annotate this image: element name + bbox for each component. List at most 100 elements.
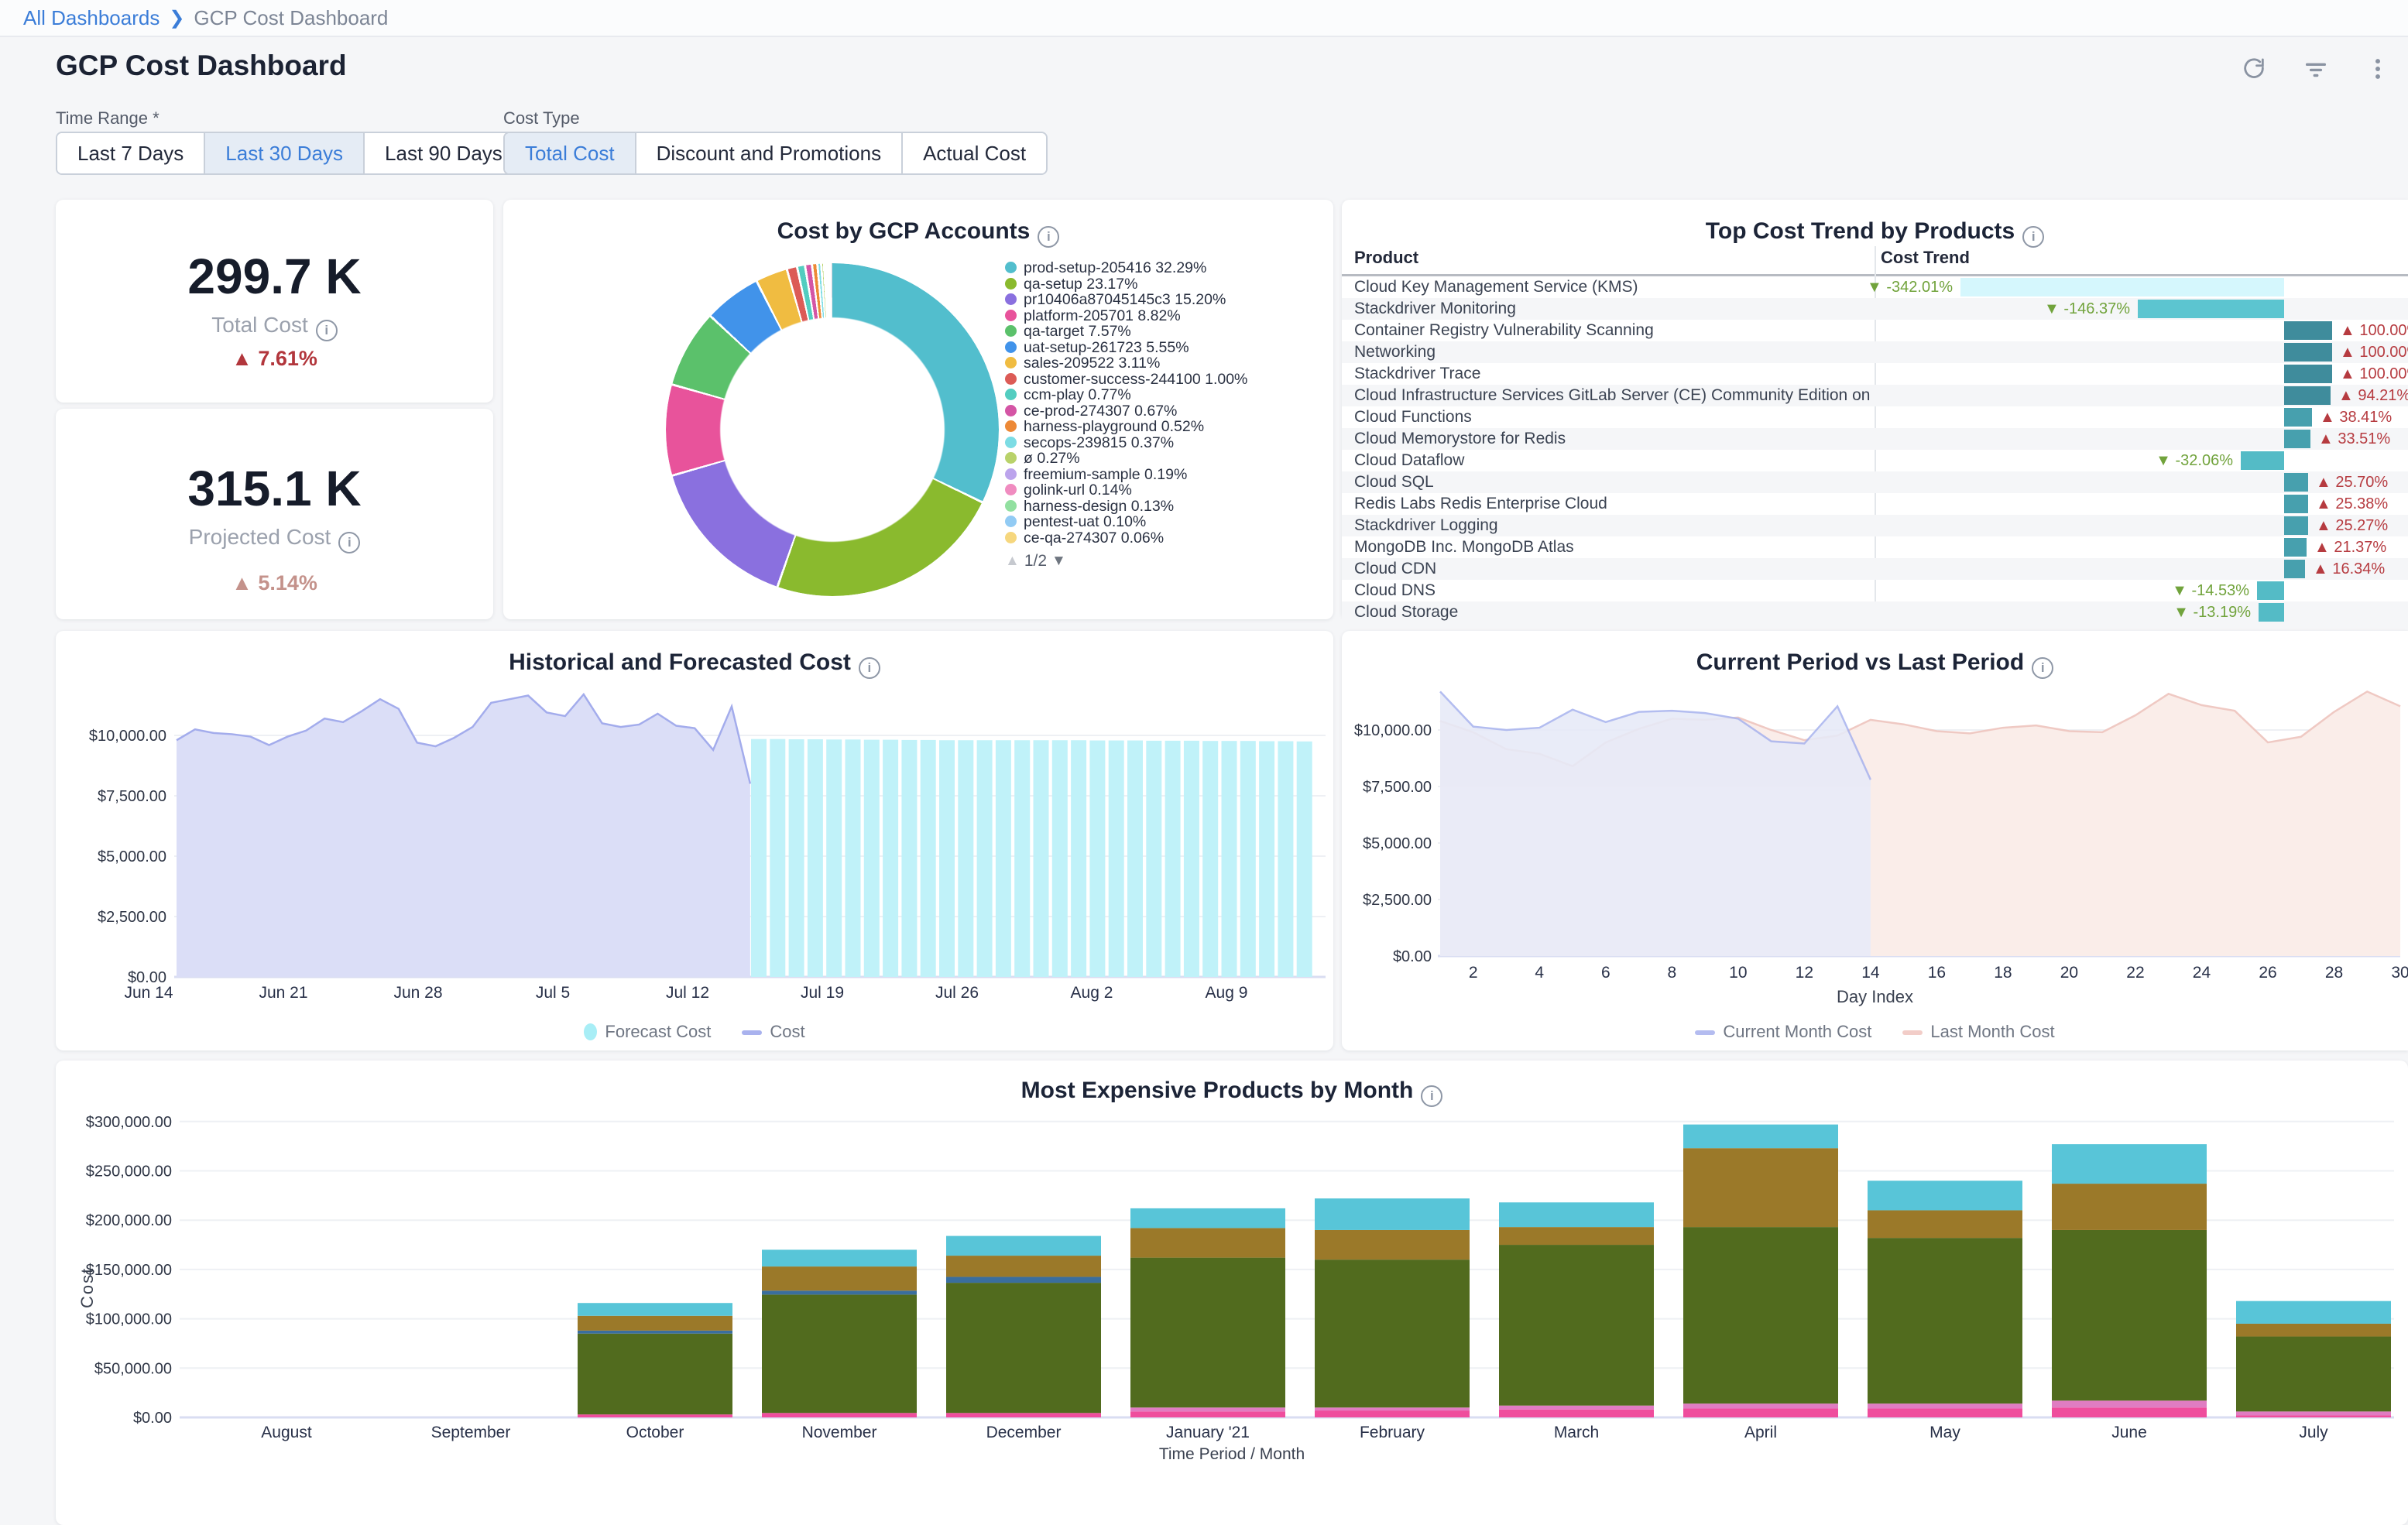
product-name: Cloud CDN	[1342, 558, 1875, 580]
trend-percent: ▼ -13.19%	[2173, 601, 2251, 623]
legend-entry[interactable]: Cost	[742, 1022, 804, 1042]
cost-type-option-actual-cost[interactable]: Actual Cost	[903, 133, 1046, 173]
table-row[interactable]: Networking▲ 100.00%	[1342, 341, 2408, 363]
table-row[interactable]: Cloud Key Management Service (KMS)▼ -342…	[1342, 276, 2408, 298]
legend-item[interactable]: ø 0.27%	[1005, 451, 1326, 467]
legend-item[interactable]: uat-setup-261723 5.55%	[1005, 340, 1326, 356]
info-icon[interactable]: i	[316, 320, 338, 341]
table-row[interactable]: Cloud Storage▼ -13.19%	[1342, 601, 2408, 623]
trend-percent: ▼ -342.01%	[1867, 276, 1953, 298]
filter-icon[interactable]	[2303, 56, 2329, 82]
legend-marker	[584, 1023, 597, 1040]
legend-marker	[742, 1030, 762, 1035]
legend-item[interactable]: platform-205701 8.82%	[1005, 308, 1326, 324]
table-row[interactable]: Cloud CDN▲ 16.34%	[1342, 558, 2408, 580]
bar-segment	[2052, 1144, 2207, 1184]
legend-item[interactable]: pr10406a87045145c3 15.20%	[1005, 292, 1326, 308]
projected-cost-value: 315.1 K	[56, 460, 493, 517]
bar-segment	[1868, 1238, 2022, 1403]
legend-item[interactable]: ce-prod-274307 0.67%	[1005, 403, 1326, 420]
table-row[interactable]: Cloud Infrastructure Services GitLab Ser…	[1342, 385, 2408, 406]
legend-swatch	[1005, 389, 1017, 400]
table-row[interactable]: Stackdriver Trace▲ 100.00%	[1342, 363, 2408, 385]
product-name: Cloud Functions	[1342, 406, 1875, 428]
legend-label: golink-url 0.14%	[1024, 482, 1132, 499]
svg-text:$0.00: $0.00	[133, 1410, 172, 1427]
svg-text:$200,000.00: $200,000.00	[86, 1212, 172, 1229]
legend-item[interactable]: golink-url 0.14%	[1005, 482, 1326, 499]
table-row[interactable]: Cloud Dataflow▼ -32.06%	[1342, 450, 2408, 471]
cost-trend-cell: ▼ -32.06%	[1875, 450, 2408, 471]
legend-page-down-icon[interactable]: ▼	[1051, 553, 1066, 570]
cost-trend-cell: ▲ 33.51%	[1875, 428, 2408, 450]
legend-item[interactable]: sales-209522 3.11%	[1005, 355, 1326, 372]
bar-segment	[1315, 1259, 1470, 1407]
svg-text:$300,000.00: $300,000.00	[86, 1114, 172, 1131]
time-range-option-last-90-days[interactable]: Last 90 Days	[365, 133, 524, 173]
bar-segment	[578, 1316, 732, 1331]
svg-text:28: 28	[2325, 964, 2343, 982]
table-row[interactable]: MongoDB Inc. MongoDB Atlas▲ 21.37%	[1342, 536, 2408, 558]
bar-segment	[762, 1266, 917, 1290]
bar-segment	[762, 1294, 917, 1413]
table-row[interactable]: Stackdriver Logging▲ 25.27%	[1342, 515, 2408, 536]
legend-item[interactable]: harness-playground 0.52%	[1005, 419, 1326, 435]
legend-entry[interactable]: Forecast Cost	[584, 1022, 711, 1042]
table-row[interactable]: Cloud Memorystore for Redis▲ 33.51%	[1342, 428, 2408, 450]
svg-text:February: February	[1360, 1424, 1425, 1441]
total-cost-delta: ▲ 7.61%	[56, 347, 493, 371]
bar-segment	[1315, 1230, 1470, 1259]
legend-item[interactable]: qa-setup 23.17%	[1005, 276, 1326, 293]
legend-item[interactable]: ce-qa-274307 0.06%	[1005, 530, 1326, 547]
bar-segment	[2236, 1415, 2391, 1417]
trend-percent: ▲ 25.38%	[2316, 493, 2388, 515]
bar-segment	[1683, 1148, 1838, 1227]
svg-text:$0.00: $0.00	[1393, 948, 1432, 965]
table-row[interactable]: Cloud Functions▲ 38.41%	[1342, 406, 2408, 428]
legend-item[interactable]: prod-setup-205416 32.29%	[1005, 260, 1326, 276]
info-icon[interactable]: i	[338, 532, 360, 553]
column-header-product[interactable]: Product	[1354, 248, 1418, 268]
info-icon[interactable]: i	[1038, 226, 1059, 248]
svg-text:January '21: January '21	[1166, 1424, 1250, 1441]
gcp-accounts-donut-chart[interactable]	[666, 263, 999, 596]
trend-bar	[1960, 278, 2284, 296]
legend-item[interactable]: ccm-play 0.77%	[1005, 387, 1326, 403]
table-row[interactable]: Redis Labs Redis Enterprise Cloud▲ 25.38…	[1342, 493, 2408, 515]
time-range-option-last-30-days[interactable]: Last 30 Days	[205, 133, 365, 173]
info-icon[interactable]: i	[2022, 226, 2044, 248]
legend-item[interactable]: qa-target 7.57%	[1005, 324, 1326, 340]
legend-item[interactable]: freemium-sample 0.19%	[1005, 467, 1326, 483]
time-range-option-last-7-days[interactable]: Last 7 Days	[57, 133, 205, 173]
legend-swatch	[1005, 373, 1017, 385]
svg-text:Jul 12: Jul 12	[666, 984, 709, 1002]
cost-type-option-discount-and-promotions[interactable]: Discount and Promotions	[636, 133, 903, 173]
trend-percent: ▲ 100.00%	[2340, 320, 2408, 341]
legend-item[interactable]: secops-239815 0.37%	[1005, 435, 1326, 451]
bar-segment	[2236, 1411, 2391, 1415]
column-header-cost-trend[interactable]: Cost Trend	[1881, 248, 1970, 268]
table-row[interactable]: Stackdriver Monitoring▼ -146.37%	[1342, 298, 2408, 320]
svg-text:$10,000.00: $10,000.00	[89, 728, 166, 745]
cost-trend-cell: ▲ 25.27%	[1875, 515, 2408, 536]
legend-item[interactable]: customer-success-244100 1.00%	[1005, 372, 1326, 388]
svg-text:$2,500.00: $2,500.00	[1363, 892, 1432, 909]
historical-forecast-chart[interactable]: $0.00$2,500.00$5,000.00$7,500.00$10,000.…	[56, 631, 1333, 1050]
table-row[interactable]: Container Registry Vulnerability Scannin…	[1342, 320, 2408, 341]
table-row[interactable]: Cloud SQL▲ 25.70%	[1342, 471, 2408, 493]
cost-type-option-total-cost[interactable]: Total Cost	[505, 133, 636, 173]
refresh-icon[interactable]	[2241, 56, 2267, 82]
trend-percent: ▲ 21.37%	[2314, 536, 2386, 558]
table-row[interactable]: Cloud DNS▼ -14.53%	[1342, 580, 2408, 601]
breadcrumb-link-all-dashboards[interactable]: All Dashboards	[23, 6, 160, 30]
cost-type-selector[interactable]: Total CostDiscount and PromotionsActual …	[503, 132, 1048, 175]
legend-page-up-icon[interactable]: ▲	[1005, 553, 1020, 570]
legend-item[interactable]: pentest-uat 0.10%	[1005, 514, 1326, 530]
bar-segment	[2052, 1230, 2207, 1400]
legend-item[interactable]: harness-design 0.13%	[1005, 499, 1326, 515]
kebab-menu-icon[interactable]	[2365, 56, 2391, 82]
legend-entry[interactable]: Last Month Cost	[1902, 1022, 2054, 1042]
product-name: Cloud DNS	[1342, 580, 1875, 601]
product-name: Cloud Memorystore for Redis	[1342, 428, 1875, 450]
legend-entry[interactable]: Current Month Cost	[1695, 1022, 1871, 1042]
